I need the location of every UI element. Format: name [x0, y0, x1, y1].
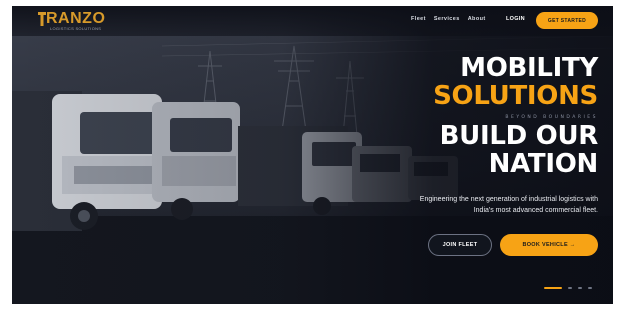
hero-subtag: BEYOND BOUNDARIES — [505, 115, 598, 120]
nav-link-fleet[interactable]: Fleet — [411, 16, 426, 22]
nav-link-about[interactable]: About — [468, 16, 486, 22]
hero-line-solutions: SOLUTIONS — [433, 81, 598, 111]
hero-frame: RANZO LOGISTICS SOLUTIONS Fleet Services… — [12, 6, 613, 304]
hero-line-build-our: BUILD OUR — [439, 121, 599, 151]
carousel-indicators — [544, 287, 592, 289]
carousel-dot-2[interactable] — [568, 287, 572, 289]
top-navbar: RANZO LOGISTICS SOLUTIONS Fleet Services… — [12, 6, 613, 36]
hero-line-mobility: MOBILITY — [460, 53, 598, 83]
hero-line-nation: NATION — [488, 149, 599, 179]
brand-tagline: LOGISTICS SOLUTIONS — [50, 26, 102, 31]
carousel-dot-4[interactable] — [588, 287, 592, 289]
truck-logo-icon — [38, 12, 46, 26]
book-vehicle-button[interactable]: BOOK VEHICLE → — [500, 234, 598, 256]
brand-logo[interactable]: RANZO LOGISTICS SOLUTIONS — [36, 9, 126, 33]
hero-heading: MOBILITY SOLUTIONS BEYOND BOUNDARIES BUI… — [433, 54, 598, 178]
join-fleet-button[interactable]: JOIN FLEET — [428, 234, 492, 256]
hero-description: Engineering the next generation of indus… — [419, 196, 598, 214]
get-started-button[interactable]: GET STARTED — [536, 12, 598, 29]
nav-link-services[interactable]: Services — [434, 16, 460, 22]
nav-links: Fleet Services About — [411, 16, 486, 22]
carousel-dot-1[interactable] — [544, 287, 562, 289]
login-link[interactable]: LOGIN — [506, 16, 525, 22]
carousel-dot-3[interactable] — [578, 287, 582, 289]
